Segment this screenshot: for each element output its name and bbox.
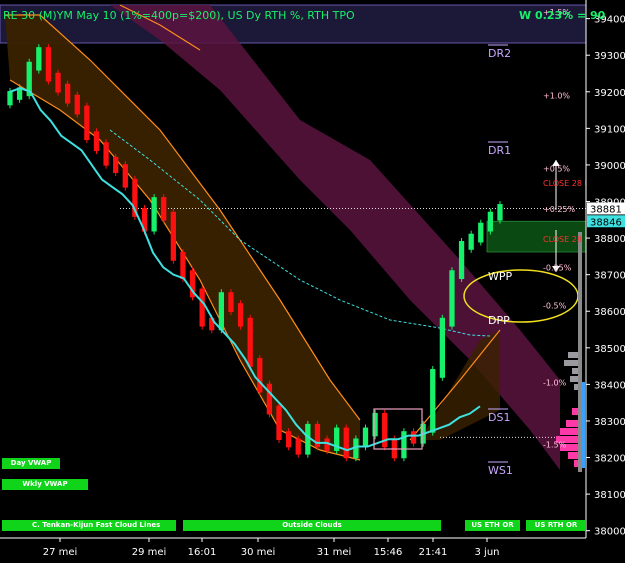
ws1-label: WS1 xyxy=(488,464,513,477)
candle xyxy=(391,438,397,459)
candle xyxy=(65,83,71,104)
candle xyxy=(103,142,109,166)
pct-label: -1.0% xyxy=(543,379,567,388)
weekly-change-badge: W 0.23% = 90 xyxy=(519,9,606,22)
candle xyxy=(410,431,417,444)
cloud-lines-button[interactable]: C. Tenkan-Kijun Fast Cloud Lines xyxy=(2,520,176,531)
candle xyxy=(497,204,503,221)
candle xyxy=(372,412,378,437)
candle xyxy=(74,94,80,115)
candle xyxy=(439,317,445,378)
x-tick-label: 21:41 xyxy=(419,547,448,558)
pct-label: +1.0% xyxy=(543,91,570,100)
profile-bar xyxy=(568,352,578,358)
wkly-vwap-button[interactable]: Wkly VWAP xyxy=(2,479,88,490)
candle xyxy=(180,251,186,280)
wpp-label: WPP xyxy=(488,270,513,283)
y-tick-label: 38700 xyxy=(594,271,625,282)
close-annotation: CLOSE 28 I xyxy=(543,179,587,188)
y-tick-label: 38100 xyxy=(594,490,625,501)
dr2-label: DR2 xyxy=(488,47,511,60)
profile-bar-pink xyxy=(568,452,578,459)
price-box-38846: 38846 xyxy=(590,217,622,228)
y-tick-label: 38900 xyxy=(594,198,625,209)
profile-bar-pink xyxy=(560,428,578,435)
candle xyxy=(55,72,61,93)
y-tick-label: 38000 xyxy=(594,527,625,538)
x-tick-label: 31 mei xyxy=(317,547,352,558)
close-annotation: CLOSE 28 I xyxy=(543,235,587,244)
profile-bar-blue xyxy=(581,382,585,468)
candle xyxy=(84,105,90,141)
candle xyxy=(343,427,349,459)
candle xyxy=(170,211,176,261)
x-tick-label: 27 mei xyxy=(43,547,78,558)
y-tick-label: 38400 xyxy=(594,380,625,391)
outside-clouds-button[interactable]: Outside Clouds xyxy=(183,520,441,531)
x-tick-label: 15:46 xyxy=(374,547,403,558)
dpp-label: DPP xyxy=(488,314,510,327)
candle xyxy=(305,423,311,455)
y-tick-label: 39000 xyxy=(594,161,625,172)
candle xyxy=(122,164,128,188)
y-tick-label: 39300 xyxy=(594,51,625,62)
candle xyxy=(36,47,42,71)
candle xyxy=(285,431,292,448)
profile-bar xyxy=(570,376,578,382)
candle xyxy=(430,369,436,433)
candle xyxy=(151,197,157,232)
candle xyxy=(237,303,244,327)
ds1-label: DS1 xyxy=(488,411,510,424)
y-tick-label: 38200 xyxy=(594,454,625,465)
candle xyxy=(266,383,273,415)
candle xyxy=(295,438,301,455)
candle xyxy=(7,91,13,106)
candle xyxy=(478,222,484,243)
pct-label: +0.25% xyxy=(543,205,576,214)
candle xyxy=(218,292,225,331)
dr1-label: DR1 xyxy=(488,144,511,157)
candle xyxy=(257,358,263,393)
us-rth-or-button[interactable]: US RTH OR xyxy=(526,520,586,531)
us-eth-or-button[interactable]: US ETH OR xyxy=(465,520,520,531)
candle xyxy=(487,211,494,232)
profile-bar-pink xyxy=(566,420,578,427)
chart-title: RE 30 (M)YM May 10 (1%=400p=$200), US Dy… xyxy=(3,9,355,22)
price-chart: DR2DR1WPPDPPDS1WS1+1.5%+1.0%+0.5%+0.25%-… xyxy=(0,0,625,558)
pct-label: -0.25% xyxy=(543,263,572,272)
x-tick-label: 16:01 xyxy=(188,547,217,558)
y-tick-label: 38600 xyxy=(594,307,625,318)
candle xyxy=(161,197,167,221)
candle xyxy=(45,47,52,82)
profile-bar xyxy=(564,360,578,366)
y-tick-label: 38300 xyxy=(594,417,625,428)
y-tick-label: 39100 xyxy=(594,124,625,135)
profile-bar xyxy=(574,384,578,390)
candle xyxy=(468,233,474,250)
candle xyxy=(93,131,100,152)
x-tick-label: 29 mei xyxy=(132,547,167,558)
y-tick-label: 39200 xyxy=(594,88,625,99)
candle xyxy=(449,270,455,327)
x-tick-label: 30 mei xyxy=(241,547,276,558)
candle xyxy=(362,427,369,448)
day-vwap-button[interactable]: Day VWAP xyxy=(2,458,60,469)
candle xyxy=(401,431,407,459)
pct-label: -0.5% xyxy=(543,302,567,311)
profile-bar xyxy=(572,368,578,374)
candle xyxy=(247,317,253,367)
candle xyxy=(276,405,282,440)
candle xyxy=(458,241,465,280)
x-tick-label: 3 jun xyxy=(475,547,500,558)
candle xyxy=(228,292,234,312)
y-tick-label: 38500 xyxy=(594,344,625,355)
pct-label: -1.5% xyxy=(543,441,567,450)
profile-bar-pink xyxy=(574,460,578,467)
y-tick-label: 38800 xyxy=(594,234,625,245)
pct-label: +0.5% xyxy=(543,165,570,174)
profile-bar-pink xyxy=(572,408,578,415)
candle xyxy=(113,156,119,173)
candle xyxy=(199,288,205,327)
